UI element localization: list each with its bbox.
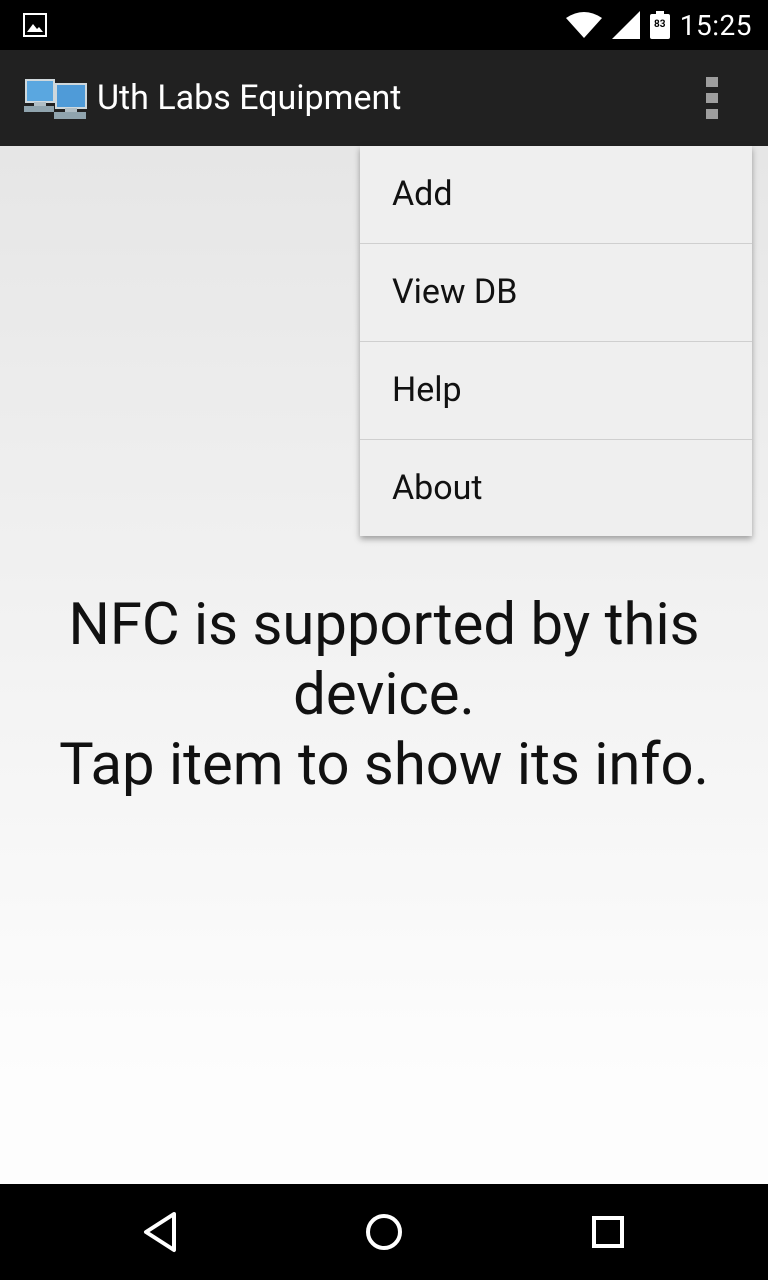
battery-icon: 83 xyxy=(649,11,670,39)
battery-level: 83 xyxy=(654,19,666,30)
status-bar: 83 15:25 xyxy=(0,0,768,50)
menu-item-add[interactable]: Add xyxy=(360,146,752,244)
menu-item-about[interactable]: About xyxy=(360,440,752,537)
status-time: 15:25 xyxy=(679,8,752,42)
app-logo-icon xyxy=(24,79,87,119)
image-notification-icon xyxy=(23,13,47,37)
menu-item-view-db[interactable]: View DB xyxy=(360,244,752,342)
back-icon[interactable] xyxy=(140,1208,180,1256)
message-line: device. xyxy=(293,661,475,729)
action-bar: Uth Labs Equipment xyxy=(0,50,768,146)
menu-item-help[interactable]: Help xyxy=(360,342,752,440)
nfc-message: NFC is supported by this device. Tap ite… xyxy=(0,590,768,800)
cell-signal-icon xyxy=(611,11,640,39)
message-line: Tap item to show its info. xyxy=(59,731,709,799)
navigation-bar xyxy=(0,1184,768,1280)
more-vert-icon[interactable] xyxy=(686,76,738,120)
wifi-icon xyxy=(565,12,602,38)
home-icon[interactable] xyxy=(362,1208,406,1256)
app-title: Uth Labs Equipment xyxy=(97,78,402,118)
overflow-menu: Add View DB Help About xyxy=(360,146,752,536)
message-line: NFC is supported by this xyxy=(68,591,700,659)
recents-icon[interactable] xyxy=(588,1208,628,1256)
